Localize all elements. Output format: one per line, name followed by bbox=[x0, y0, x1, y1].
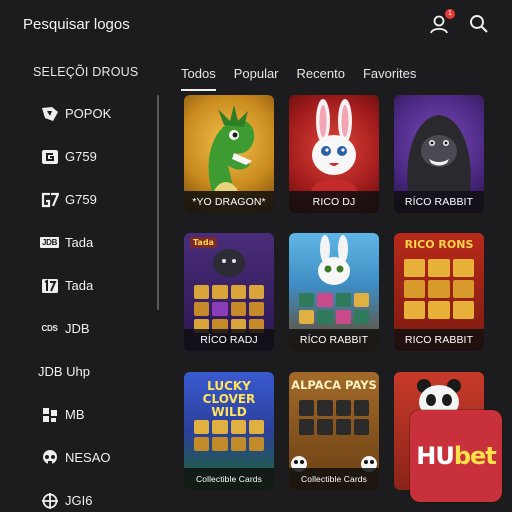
category-tabs: Todos Popular Recento Favorites bbox=[181, 66, 434, 91]
header-actions: 1 bbox=[428, 9, 490, 35]
sidebar-item-label: Tada bbox=[65, 235, 94, 250]
sidebar-item-jdb-tada[interactable]: JDB Tada bbox=[39, 221, 150, 264]
search-title[interactable]: Pesquisar logos bbox=[23, 16, 130, 33]
sidebar-item-mb[interactable]: MB bbox=[40, 393, 150, 436]
sidebar-item-popok[interactable]: POPOK bbox=[40, 92, 150, 135]
sidebar-item-g759[interactable]: G759 bbox=[40, 135, 150, 178]
game-card-rico-rabbit-gorilla[interactable]: RÍCO RABBIT bbox=[394, 95, 484, 213]
slot-reels bbox=[299, 293, 369, 324]
slot-reels bbox=[194, 285, 264, 333]
hubet-logo: HU bet bbox=[410, 410, 502, 502]
tab-popular[interactable]: Popular bbox=[234, 66, 279, 91]
game-title: RICO RABBIT bbox=[394, 329, 484, 351]
cds-logo-icon: CDS bbox=[41, 324, 58, 333]
slot-reels bbox=[404, 259, 474, 319]
game-card-rico-radj[interactable]: Tada RÍCO RADJ bbox=[184, 233, 274, 351]
sidebar-item-label: JDB bbox=[65, 321, 90, 336]
provider-list: POPOK G759 G759 JDB Tada Tada CDS JDB JD… bbox=[38, 92, 150, 512]
tab-recento[interactable]: Recento bbox=[297, 66, 345, 91]
mb-logo-icon bbox=[40, 406, 59, 423]
sidebar-item-tada[interactable]: Tada bbox=[40, 264, 150, 307]
sidebar-item-label: JGI6 bbox=[65, 493, 93, 508]
game-title: RÍCO RABBIT bbox=[289, 329, 379, 351]
account-button[interactable]: 1 bbox=[428, 9, 455, 35]
slot-reels bbox=[194, 420, 264, 451]
game-title: Collectible Cards bbox=[184, 468, 274, 490]
search-button[interactable] bbox=[468, 13, 490, 35]
game-card-rico-rons[interactable]: RICO RONS RICO RABBIT bbox=[394, 233, 484, 351]
popok-logo-icon bbox=[40, 105, 59, 122]
sidebar-item-label: NESAO bbox=[65, 450, 111, 465]
sidebar-item-label: POPOK bbox=[65, 106, 112, 121]
tab-favorites[interactable]: Favorites bbox=[363, 66, 416, 91]
game-card-rico-rabbit-slot[interactable]: RÍCO RABBIT bbox=[289, 233, 379, 351]
game-card-alpaca-pays[interactable]: ALPACA PAYS Collectible Cards bbox=[289, 372, 379, 490]
jdb-logo-icon: JDB bbox=[39, 237, 60, 248]
sidebar-item-jdb[interactable]: CDS JDB bbox=[40, 307, 150, 350]
sidebar-item-g7[interactable]: G759 bbox=[40, 178, 150, 221]
sidebar-item-jgi6[interactable]: JGI6 bbox=[40, 479, 150, 512]
game-title: Collectible Cards bbox=[289, 468, 379, 490]
game-title: RÍCO RABBIT bbox=[394, 191, 484, 213]
jgi-logo-icon bbox=[40, 492, 59, 509]
game-title: RÍCO RADJ bbox=[184, 329, 274, 351]
game-title: *YO DRAGON* bbox=[184, 191, 274, 213]
game-title: RICO DJ bbox=[289, 191, 379, 213]
sidebar-item-nesao[interactable]: NESAO bbox=[40, 436, 150, 479]
game-card-yo-dragon[interactable]: *YO DRAGON* bbox=[184, 95, 274, 213]
game-card-rico-dj[interactable]: RICO DJ bbox=[289, 95, 379, 213]
game-card-lucky-clover[interactable]: LUCKY CLOVER WILD Collectible Cards bbox=[184, 372, 274, 490]
search-icon bbox=[470, 15, 488, 33]
g759-logo-icon bbox=[40, 148, 59, 165]
sidebar-item-label: JDB Uhp bbox=[38, 364, 91, 379]
tab-todos[interactable]: Todos bbox=[181, 66, 216, 91]
sidebar-item-label: Tada bbox=[65, 278, 94, 293]
tada-17-logo-icon bbox=[40, 277, 59, 294]
sidebar-scrollbar[interactable] bbox=[157, 95, 159, 310]
sidebar-item-label: G759 bbox=[65, 149, 97, 164]
g7-logo-icon bbox=[40, 191, 59, 208]
sidebar-title: SELEÇÕI DROUS bbox=[33, 65, 139, 79]
sidebar-item-label: MB bbox=[65, 407, 85, 422]
top-bar: Pesquisar logos 1 bbox=[0, 0, 512, 48]
sidebar-item-jdb-uhp[interactable]: JDB Uhp bbox=[38, 350, 150, 393]
skull-logo-icon bbox=[40, 449, 59, 466]
sidebar-item-label: G759 bbox=[65, 192, 97, 207]
notification-badge: 1 bbox=[445, 9, 455, 19]
provider-sidebar: SELEÇÕI DROUS POPOK G759 G759 JDB Tada T… bbox=[0, 56, 160, 512]
